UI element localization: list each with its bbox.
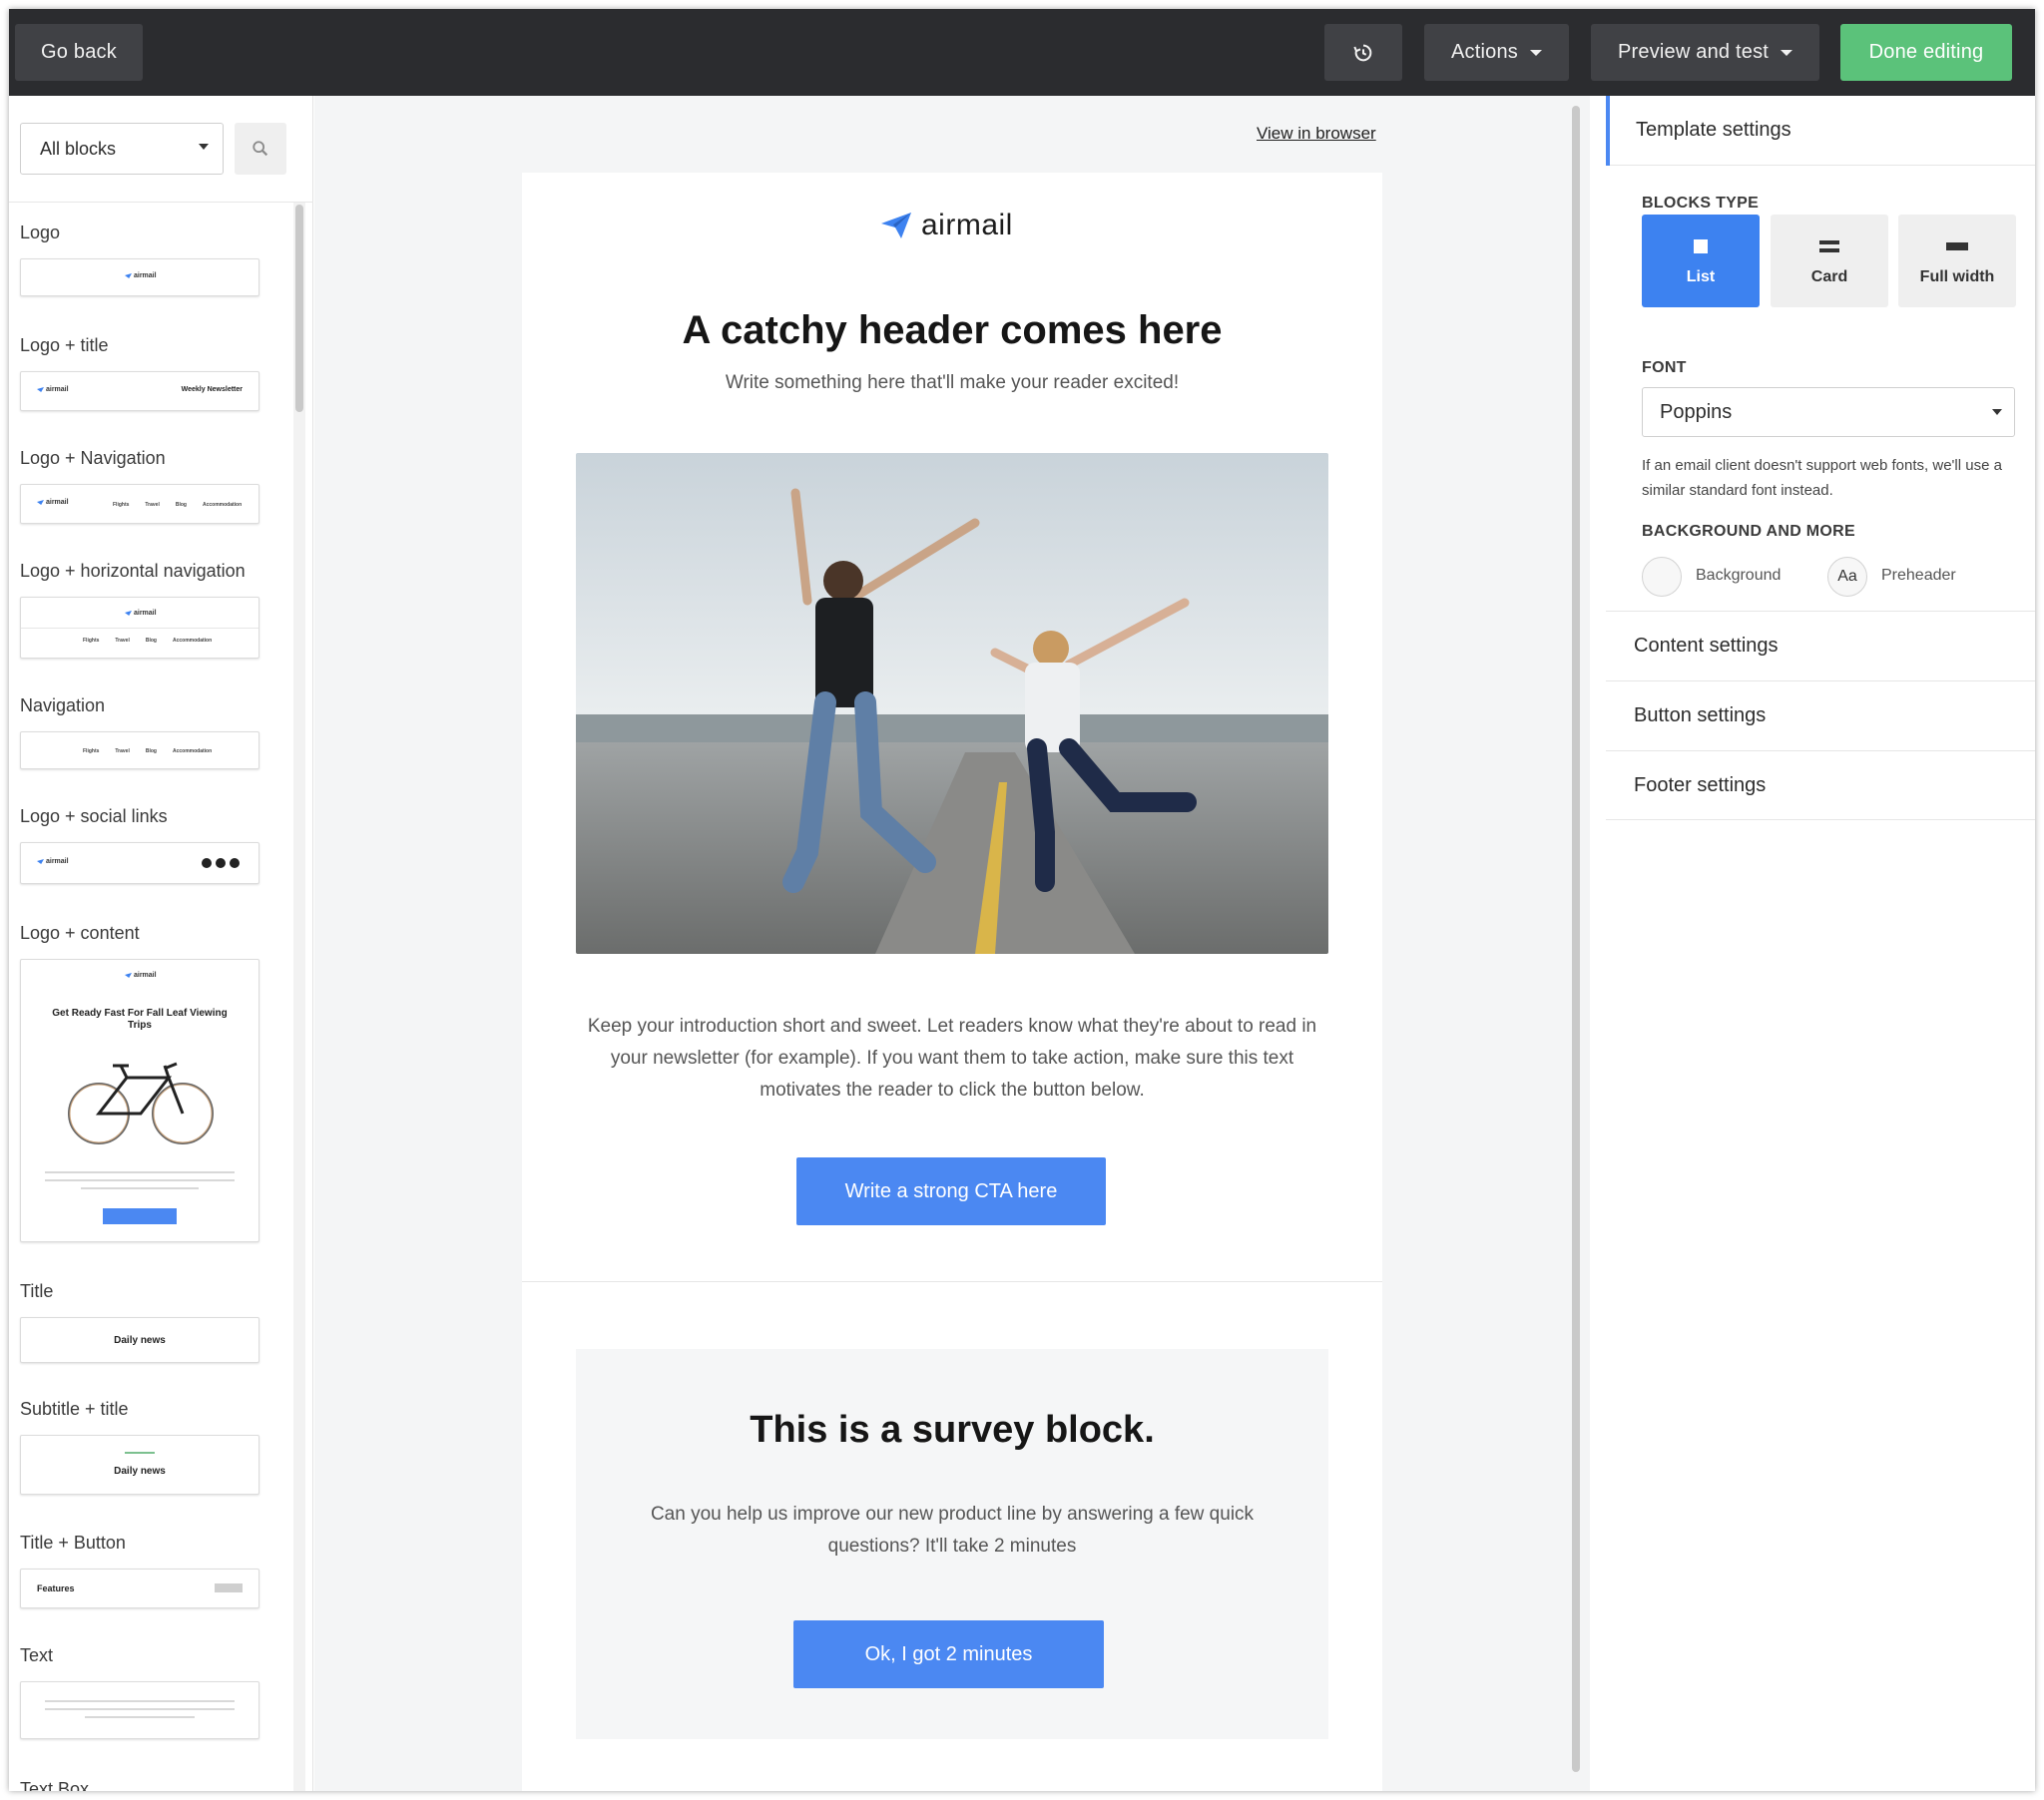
view-in-browser-link[interactable]: View in browser [1257, 124, 1376, 144]
text-line [45, 1171, 235, 1173]
blocks-filter-select[interactable]: All blocks [20, 123, 224, 175]
email-logo[interactable]: airmail [881, 209, 1013, 242]
beach-photo [576, 453, 1328, 954]
font-note: If an email client doesn't support web f… [1642, 457, 2002, 499]
background-label[interactable]: Background [1696, 567, 1781, 585]
social-icons [202, 858, 240, 868]
background-heading: BACKGROUND AND MORE [1642, 523, 1855, 540]
preheader-swatch[interactable]: Aa [1827, 557, 1867, 597]
canvas-scrollbar[interactable] [1570, 106, 1582, 1772]
text-line [45, 1179, 235, 1181]
email-subheader[interactable]: Write something here that'll make your r… [522, 372, 1382, 394]
block-title-button[interactable]: Title + Button Features [20, 1533, 259, 1608]
preheader-label[interactable]: Preheader [1881, 567, 1956, 585]
mini-navigation: Flights Travel Blog Accommodation [83, 638, 213, 644]
survey-button[interactable]: Ok, I got 2 minutes [793, 1620, 1104, 1688]
blocks-type-card[interactable]: Card [1771, 215, 1888, 307]
block-preview: airmail Flights Travel Blog Accommodation [20, 597, 259, 659]
mini-button [103, 1208, 177, 1224]
history-button[interactable] [1324, 24, 1402, 81]
survey-block[interactable]: This is a survey block. Can you help us … [576, 1349, 1328, 1739]
actions-dropdown[interactable]: Actions [1424, 24, 1569, 81]
go-back-button[interactable]: Go back [15, 24, 143, 81]
bicycle-image [68, 1062, 214, 1144]
block-navigation[interactable]: Navigation Flights Travel Blog Accommodatio… [20, 695, 259, 769]
caret-down-icon [1992, 409, 2002, 415]
caret-down-icon [199, 144, 209, 150]
background-color-swatch[interactable] [1642, 557, 1682, 597]
paper-plane-icon [881, 213, 911, 238]
card-icon [1819, 240, 1839, 252]
settings-panel: Template settings BLOCKS TYPE List Card … [1606, 96, 2035, 1791]
block-logo-horizontal-navigation[interactable]: Logo + horizontal navigation airmail Fli… [20, 561, 259, 659]
mini-navigation: Flights Travel Blog Accommodation [113, 502, 243, 508]
block-logo[interactable]: Logo airmail [20, 223, 259, 296]
email-canvas: View in browser airmail A catchy header … [314, 96, 1590, 1791]
block-preview: Flights Travel Blog Accommodation [20, 731, 259, 769]
subtitle-line [125, 1452, 155, 1454]
blocks-type-list[interactable]: List [1642, 215, 1760, 307]
text-line [45, 1700, 235, 1702]
block-text-box[interactable]: Text Box [20, 1779, 89, 1791]
full-width-icon [1946, 242, 1968, 250]
scrollbar-thumb[interactable] [1572, 106, 1580, 1772]
block-logo-content[interactable]: Logo + content airmail Get Ready Fast Fo… [20, 923, 259, 1242]
mini-navigation: Flights Travel Blog Accommodation [83, 748, 213, 754]
history-icon [1353, 44, 1372, 61]
email-editor-app: Go back Actions Preview and test Done ed… [9, 9, 2035, 1791]
survey-title[interactable]: This is a survey block. [576, 1409, 1328, 1452]
square-icon [1694, 239, 1708, 253]
search-button[interactable] [235, 123, 286, 175]
block-text[interactable]: Text [20, 1645, 259, 1739]
search-icon [253, 141, 268, 157]
email-body: airmail A catchy header comes here Write… [522, 173, 1382, 1791]
cta-button[interactable]: Write a strong CTA here [796, 1157, 1106, 1225]
footer-settings-tab[interactable]: Footer settings [1606, 750, 2035, 820]
text-line [85, 1716, 195, 1718]
font-heading: FONT [1642, 359, 1687, 376]
blocks-type-heading: BLOCKS TYPE [1642, 195, 1760, 212]
email-header[interactable]: A catchy header comes here [522, 308, 1382, 353]
block-preview: airmail Flights Travel Blog Accommodation [20, 484, 259, 524]
preview-and-test-dropdown[interactable]: Preview and test [1591, 24, 1819, 81]
block-preview: airmail Weekly Newsletter [20, 371, 259, 411]
blocks-sidebar: All blocks Logo airmail Logo + title air… [9, 96, 313, 1791]
block-logo-navigation[interactable]: Logo + Navigation airmail Flights Travel B… [20, 448, 259, 524]
text-line [45, 1708, 235, 1710]
block-preview: Daily news [20, 1435, 259, 1495]
caret-down-icon [1781, 49, 1793, 56]
block-title[interactable]: Title Daily news [20, 1281, 259, 1363]
block-preview: Daily news [20, 1317, 259, 1363]
hero-image[interactable] [576, 453, 1328, 954]
scrollbar-thumb[interactable] [295, 205, 303, 412]
font-select[interactable]: Poppins [1642, 387, 2015, 437]
text-line [81, 1187, 199, 1189]
caret-down-icon [1530, 49, 1542, 56]
block-preview [20, 1681, 259, 1739]
block-logo-social-links[interactable]: Logo + social links airmail [20, 806, 259, 884]
blocks-type-full-width[interactable]: Full width [1898, 215, 2016, 307]
block-list: Logo airmail Logo + title airmail Weekly… [9, 203, 286, 1791]
block-separator [522, 1281, 1382, 1282]
divider [21, 628, 258, 629]
block-logo-title[interactable]: Logo + title airmail Weekly Newsletter [20, 335, 259, 411]
block-subtitle-title[interactable]: Subtitle + title Daily news [20, 1399, 259, 1495]
template-settings-tab[interactable]: Template settings [1606, 96, 2035, 166]
survey-text[interactable]: Can you help us improve our new product … [626, 1499, 1278, 1563]
mini-button [215, 1583, 243, 1592]
block-preview: airmail [20, 842, 259, 884]
content-settings-tab[interactable]: Content settings [1606, 611, 2035, 680]
block-preview: airmail [20, 258, 259, 296]
top-toolbar: Go back Actions Preview and test Done ed… [9, 9, 2035, 96]
sidebar-scrollbar[interactable] [293, 203, 305, 1791]
button-settings-tab[interactable]: Button settings [1606, 680, 2035, 750]
block-preview: Features [20, 1569, 259, 1608]
intro-text[interactable]: Keep your introduction short and sweet. … [572, 1011, 1332, 1107]
done-editing-button[interactable]: Done editing [1840, 24, 2012, 81]
block-preview: airmail Get Ready Fast For Fall Leaf Vie… [20, 959, 259, 1242]
